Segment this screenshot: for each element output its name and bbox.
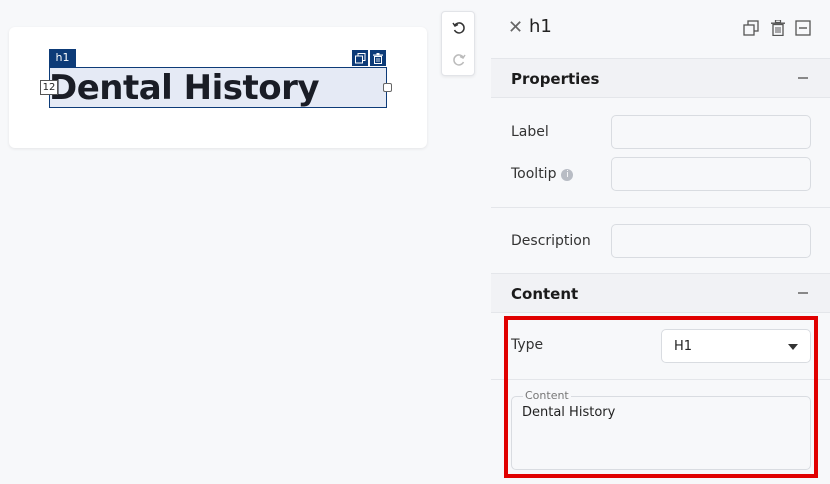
label-field-label: Label xyxy=(511,124,549,140)
divider xyxy=(491,207,830,208)
duplicate-icon[interactable] xyxy=(742,19,760,37)
trash-icon[interactable] xyxy=(769,19,787,37)
minimize-icon[interactable] xyxy=(794,19,812,37)
panel-header: ✕ h1 xyxy=(491,0,830,58)
tooltip-field-label: Tooltip i xyxy=(511,166,574,182)
label-input[interactable] xyxy=(611,115,811,149)
redo-icon[interactable] xyxy=(450,51,468,69)
chevron-down-icon xyxy=(788,344,798,350)
properties-panel: ✕ h1 Properties Label Tooltip i Descripti… xyxy=(491,0,830,484)
element-tag[interactable]: h1 xyxy=(49,49,76,67)
undo-icon[interactable] xyxy=(450,19,468,37)
collapse-icon[interactable] xyxy=(798,292,808,294)
close-icon[interactable]: ✕ xyxy=(508,19,523,37)
duplicate-element-icon[interactable] xyxy=(352,50,368,66)
column-width-badge: 12 xyxy=(40,80,58,95)
description-input[interactable] xyxy=(611,224,811,258)
tooltip-label-text: Tooltip xyxy=(511,166,557,182)
element-toolbar xyxy=(352,50,386,66)
divider xyxy=(491,379,830,380)
content-section-header[interactable]: Content xyxy=(491,273,830,313)
properties-section-header[interactable]: Properties xyxy=(491,58,830,98)
content-textarea-value: Dental History xyxy=(522,405,616,420)
type-field-label: Type xyxy=(511,337,544,353)
resize-handle[interactable] xyxy=(383,83,392,92)
properties-section-title: Properties xyxy=(511,70,600,88)
tooltip-input[interactable] xyxy=(611,157,811,191)
info-icon[interactable]: i xyxy=(561,169,574,181)
content-field-legend: Content xyxy=(523,389,571,402)
description-field-label: Description xyxy=(511,233,591,249)
type-select[interactable]: H1 xyxy=(661,329,811,363)
type-select-value: H1 xyxy=(674,339,693,354)
history-toolbar xyxy=(441,11,475,76)
content-section-title: Content xyxy=(511,285,579,303)
heading-element[interactable]: Dental History xyxy=(49,67,387,108)
panel-title: h1 xyxy=(529,16,552,37)
heading-text: Dental History xyxy=(49,68,320,108)
delete-element-icon[interactable] xyxy=(370,50,386,66)
collapse-icon[interactable] xyxy=(798,77,808,79)
